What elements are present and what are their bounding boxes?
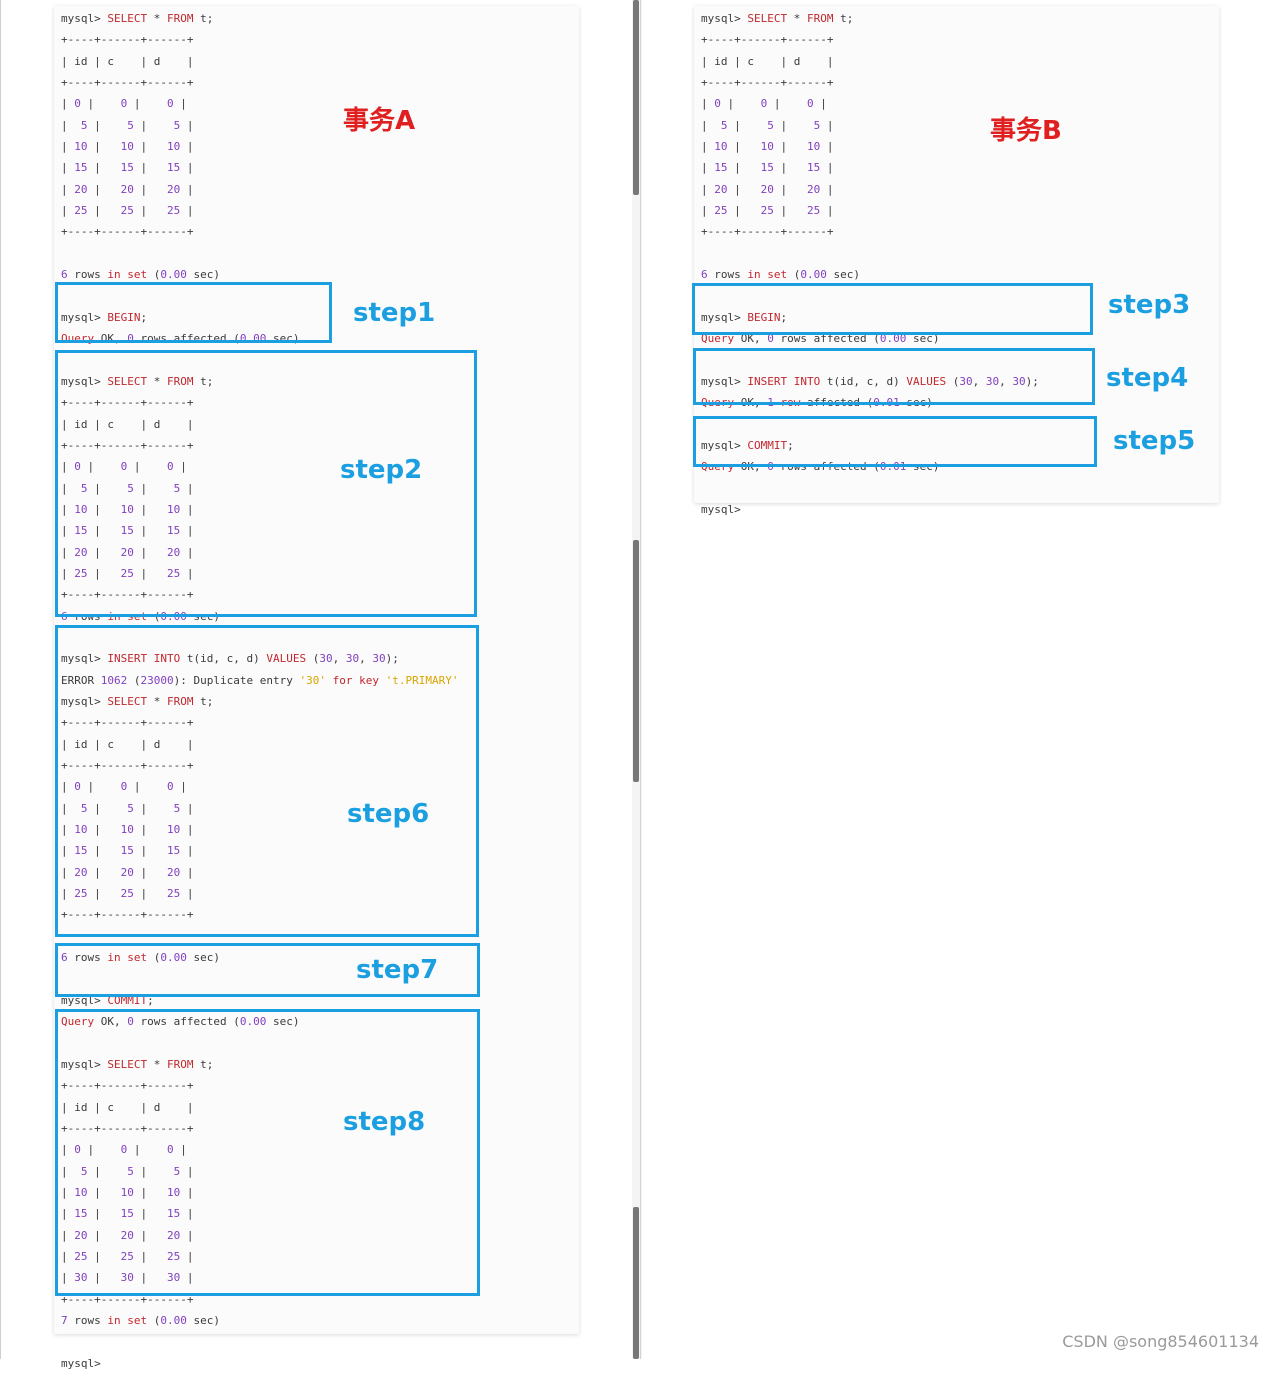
left-edge [0, 0, 1, 1359]
terminal-b-line: | 25 | 25 | 25 | [701, 204, 834, 218]
window-divider-line [640, 0, 641, 1359]
terminal-a-line: | id | c | d | [61, 54, 194, 68]
terminal-b-line: | 5 | 5 | 5 | [701, 118, 834, 132]
terminal-b-line: mysql> SELECT * FROM t; [701, 12, 854, 25]
step1-box [55, 282, 332, 343]
terminal-a-line: | 20 | 20 | 20 | [61, 182, 194, 196]
terminal-a-line [61, 243, 458, 264]
step6-label: step6 [347, 799, 430, 829]
step8-box [55, 1009, 480, 1296]
terminal-b-line: | 15 | 15 | 15 | [701, 161, 834, 175]
scrollbar-thumb-bottom[interactable] [633, 1207, 639, 1359]
step5-box [693, 416, 1097, 467]
terminal-a-line [61, 1331, 458, 1352]
terminal-a-line: | 25 | 25 | 25 | [61, 204, 194, 218]
transaction-a-title: 事务A [343, 106, 416, 136]
transaction-b-title: 事务B [990, 116, 1062, 146]
step4-box [693, 348, 1095, 405]
terminal-a-line: mysql> [61, 1356, 101, 1370]
terminal-b-line: +----+------+------+ [701, 76, 834, 90]
terminal-b-line: | 10 | 10 | 10 | [701, 140, 834, 154]
terminal-b-line: | 20 | 20 | 20 | [701, 182, 834, 196]
terminal-a-line: +----+------+------+ [61, 33, 194, 47]
terminal-b-line: mysql> [701, 502, 741, 516]
terminal-b-line: | 0 | 0 | 0 | [701, 97, 827, 111]
step3-label: step3 [1108, 290, 1191, 320]
step1-label: step1 [353, 298, 436, 328]
step4-label: step4 [1106, 363, 1189, 393]
terminal-a-line: | 10 | 10 | 10 | [61, 140, 194, 154]
terminal-a-line: +----+------+------+ [61, 225, 194, 239]
terminal-b-line [701, 243, 1039, 264]
step7-label: step7 [356, 955, 439, 985]
step8-label: step8 [343, 1107, 426, 1137]
step6-box [55, 625, 479, 937]
csdn-watermark: CSDN @song854601134 [1062, 1332, 1259, 1351]
terminal-b-line: | id | c | d | [701, 54, 834, 68]
terminal-a-line: +----+------+------+ [61, 76, 194, 90]
step5-label: step5 [1113, 426, 1196, 456]
terminal-a-line: mysql> SELECT * FROM t; [61, 12, 214, 25]
step2-label: step2 [340, 455, 423, 485]
scrollbar-thumb-middle[interactable] [633, 540, 639, 782]
terminal-a-line: 7 rows in set (0.00 sec) [61, 1313, 220, 1327]
terminal-b-line [701, 478, 1039, 499]
step3-box [692, 283, 1093, 335]
terminal-b-line: +----+------+------+ [701, 225, 834, 239]
terminal-a-line: | 15 | 15 | 15 | [61, 161, 194, 175]
terminal-b-line: +----+------+------+ [701, 33, 834, 47]
scrollbar-thumb-top[interactable] [633, 0, 639, 195]
